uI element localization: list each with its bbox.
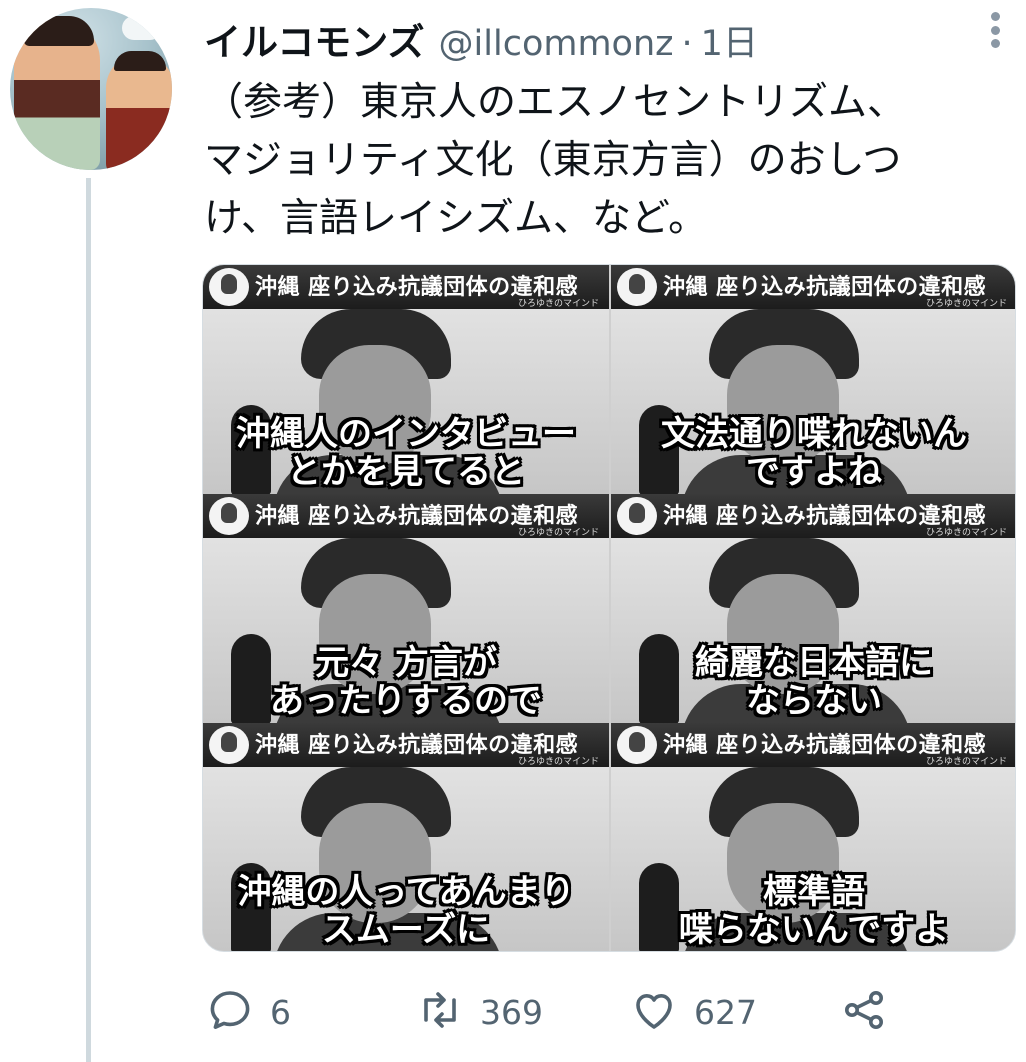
banner-avatar	[617, 726, 657, 764]
media-panel: 沖縄 座り込み抗議団体の違和感 ひろゆきのマインド 沖縄の人ってあんまり スムー…	[203, 723, 609, 951]
tweet-actions: 6 369 627	[204, 984, 1024, 1040]
banner-subtitle: ひろゆきのマインド	[517, 757, 599, 767]
banner-subtitle: ひろゆきのマインド	[925, 528, 1007, 538]
caption-line-1: 沖縄の人ってあんまり	[237, 872, 575, 912]
banner-subtitle: ひろゆきのマインド	[925, 299, 1007, 309]
banner-subtitle: ひろゆきのマインド	[517, 528, 599, 538]
like-button[interactable]: 627	[630, 984, 757, 1040]
thread-line	[86, 178, 91, 1062]
banner-subtitle: ひろゆきのマインド	[517, 299, 599, 309]
reply-count: 6	[270, 992, 291, 1032]
heart-icon	[630, 986, 678, 1038]
caption-line-2: ならない	[746, 681, 882, 721]
caption-line-1: 綺麗な日本語に	[695, 643, 933, 683]
more-dot	[990, 12, 1000, 21]
tweet-header: イルコモンズ @illcommonz · 1日	[204, 12, 758, 64]
separator-dot: ·	[681, 24, 693, 64]
tweet-media-image[interactable]: 沖縄 座り込み抗議団体の違和感 ひろゆきのマインド 沖縄人のインタビュー とかを…	[202, 264, 1016, 952]
retweet-count: 369	[480, 992, 543, 1032]
reply-icon	[206, 986, 254, 1038]
caption-line-2: 喋らないんですよ	[678, 910, 950, 950]
caption-line-2: スムーズに	[321, 910, 491, 950]
caption-line-2: とかを見てると	[287, 452, 525, 492]
avatar-child-right	[106, 51, 172, 170]
tweet-timestamp[interactable]: 1日	[701, 15, 758, 66]
display-name[interactable]: イルコモンズ	[204, 12, 425, 66]
avatar[interactable]	[10, 8, 172, 170]
tweet-text-line: マジョリティ文化（東京方言）のおしつ	[204, 138, 902, 183]
banner-avatar	[209, 268, 249, 306]
media-panel: 沖縄 座り込み抗議団体の違和感 ひろゆきのマインド 元々 方言が あったりするの…	[203, 494, 609, 723]
user-handle[interactable]: @illcommonz	[439, 24, 674, 64]
caption-line-1: 元々 方言が	[315, 643, 497, 683]
avatar-child-left	[14, 16, 100, 170]
media-panel: 沖縄 座り込み抗議団体の違和感 ひろゆきのマインド 標準語 喋らないんですよ	[611, 723, 1015, 951]
banner-avatar	[617, 497, 657, 535]
more-dot	[990, 25, 1000, 35]
banner-avatar	[209, 497, 249, 535]
banner-subtitle: ひろゆきのマインド	[925, 757, 1007, 767]
tweet-text-line: け、言語レイシズム、など。	[204, 196, 708, 241]
avatar-cloud	[122, 16, 162, 40]
share-button[interactable]	[840, 984, 888, 1040]
like-count: 627	[694, 992, 757, 1032]
banner-avatar	[617, 268, 657, 306]
caption-line-1: 標準語	[763, 872, 865, 912]
reply-button[interactable]: 6	[206, 984, 291, 1040]
tweet-text: （参考）東京人のエスノセントリズム、 マジョリティ文化（東京方言）のおしつ け、…	[204, 74, 1004, 248]
caption-line-2: あったりするので	[270, 681, 542, 721]
media-panel: 沖縄 座り込み抗議団体の違和感 ひろゆきのマインド 文法通り喋れないん ですよね	[611, 265, 1015, 494]
share-icon	[840, 986, 888, 1038]
tweet-text-line: （参考）東京人のエスノセントリズム、	[204, 80, 907, 125]
caption-line-1: 文法通り喋れないん	[661, 414, 967, 454]
caption-line-1: 沖縄人のインタビュー	[236, 414, 576, 454]
more-dot	[990, 39, 1000, 48]
media-panel: 沖縄 座り込み抗議団体の違和感 ひろゆきのマインド 綺麗な日本語に ならない	[611, 494, 1015, 723]
more-options-icon[interactable]	[980, 10, 1010, 50]
media-panel: 沖縄 座り込み抗議団体の違和感 ひろゆきのマインド 沖縄人のインタビュー とかを…	[203, 265, 609, 494]
caption-line-2: ですよね	[746, 452, 882, 492]
retweet-button[interactable]: 369	[416, 984, 543, 1040]
banner-avatar	[209, 726, 249, 764]
retweet-icon	[416, 986, 464, 1038]
